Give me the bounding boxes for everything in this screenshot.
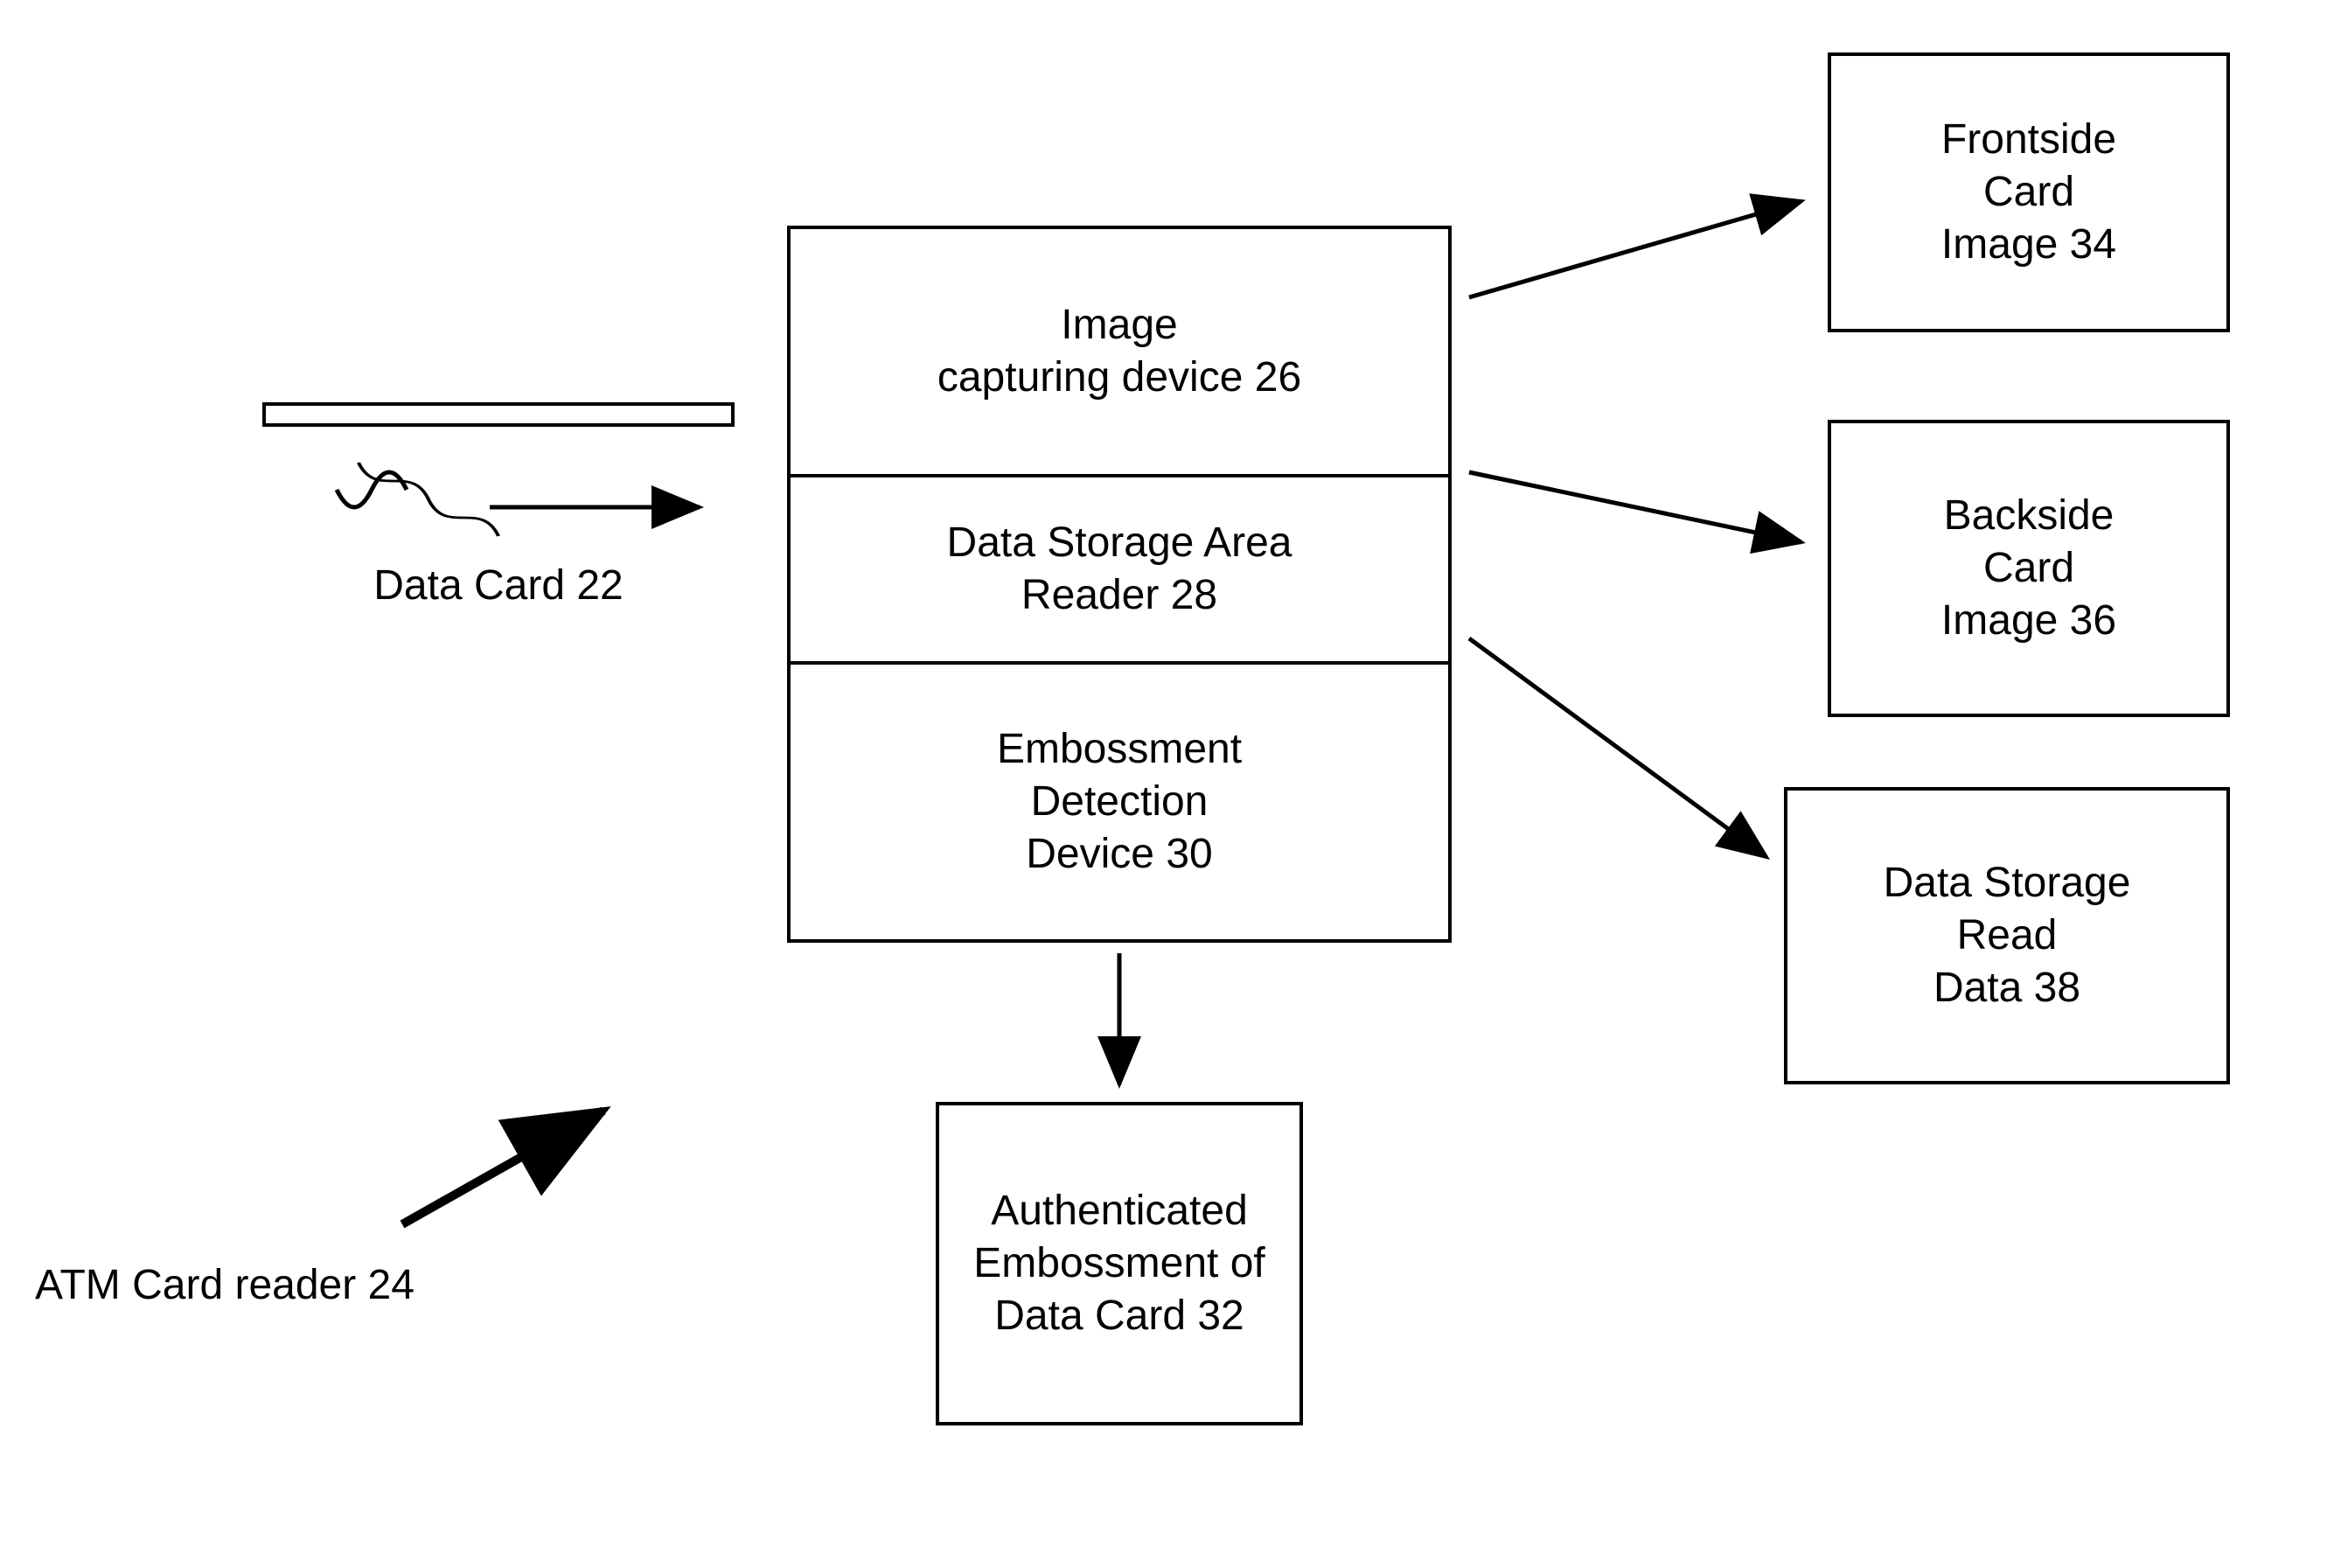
box-embossment-detection-device-text: Embossment Detection Device 30 bbox=[997, 723, 1242, 881]
squiggle-icon bbox=[359, 463, 498, 536]
box-embossment-detection-device: Embossment Detection Device 30 bbox=[787, 661, 1452, 943]
data-card-shape bbox=[262, 402, 735, 427]
data-card-label-text: Data Card 22 bbox=[373, 562, 624, 609]
box-data-storage-read-data: Data Storage Read Data 38 bbox=[1784, 787, 2230, 1084]
box-authenticated-embossment-text: Authenticated Embossment of Data Card 32 bbox=[973, 1185, 1265, 1342]
box-frontside-card-image: Frontside Card Image 34 bbox=[1828, 52, 2230, 332]
atm-card-reader-label: ATM Card reader 24 bbox=[35, 1259, 577, 1312]
box-frontside-card-image-text: Frontside Card Image 34 bbox=[1941, 114, 2116, 271]
arrow-to-backside bbox=[1469, 472, 1801, 542]
box-backside-card-image-text: Backside Card Image 36 bbox=[1941, 490, 2116, 647]
box-data-storage-area-reader-text: Data Storage Area Reader 28 bbox=[947, 517, 1292, 622]
box-authenticated-embossment: Authenticated Embossment of Data Card 32 bbox=[936, 1102, 1303, 1425]
box-backside-card-image: Backside Card Image 36 bbox=[1828, 420, 2230, 717]
atm-card-reader-text: ATM Card reader 24 bbox=[35, 1262, 415, 1308]
arrow-to-storage-read bbox=[1469, 638, 1766, 857]
arrow-atm-label-pointer bbox=[402, 1111, 603, 1224]
arrow-to-frontside bbox=[1469, 201, 1801, 297]
box-data-storage-area-reader: Data Storage Area Reader 28 bbox=[787, 474, 1452, 665]
box-image-capturing-device-text: Image capturing device 26 bbox=[937, 299, 1301, 404]
data-card-label: Data Card 22 bbox=[262, 560, 735, 612]
box-data-storage-read-data-text: Data Storage Read Data 38 bbox=[1884, 857, 2131, 1014]
box-image-capturing-device: Image capturing device 26 bbox=[787, 226, 1452, 477]
